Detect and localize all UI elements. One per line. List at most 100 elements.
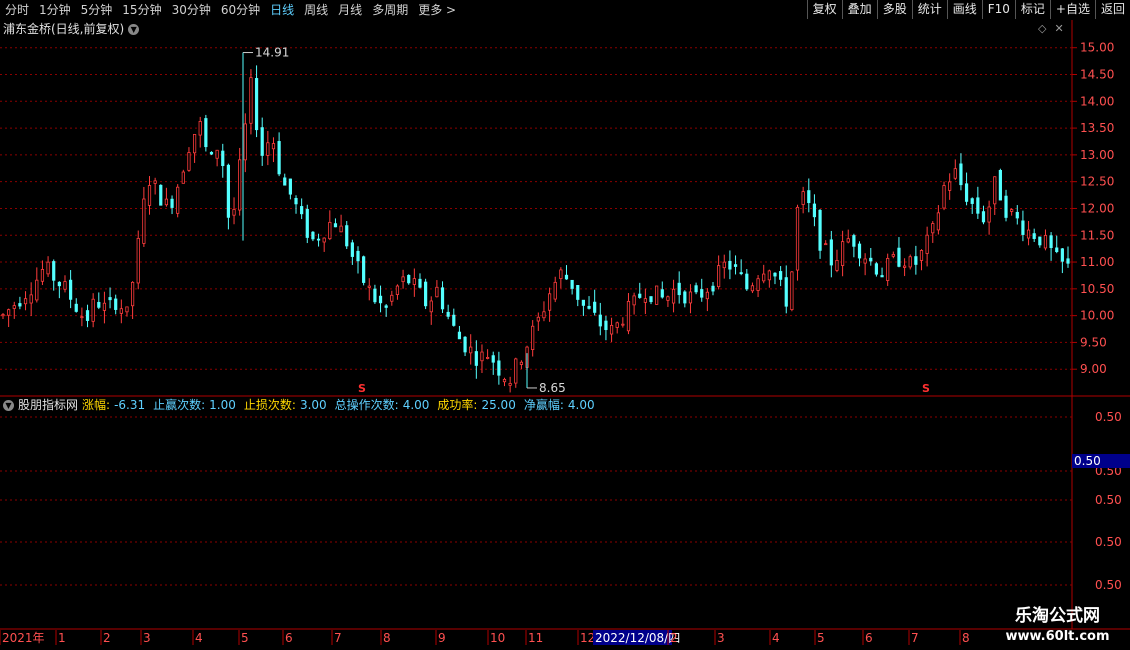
candle-body [119, 308, 123, 314]
candle-body [474, 351, 478, 366]
chart-title-bar: 浦东金桥(日线,前复权) ▼ [3, 21, 140, 37]
indicator-header: ▼ 股朋指标网 涨幅: -6.31 止赢次数: 1.00 止损次数: 3.00 总操作次数:… [3, 397, 599, 413]
time-label: 2 [670, 631, 678, 645]
candle-body [384, 305, 388, 308]
candle-body [581, 299, 585, 306]
candle-body [1049, 235, 1053, 249]
candle-body [846, 238, 850, 243]
candle-body [959, 163, 963, 186]
candle-body [604, 320, 608, 331]
candle-body [705, 291, 709, 300]
candlesticks [1, 52, 1070, 393]
candle-body [1, 314, 5, 317]
candle-body [18, 303, 22, 307]
candle-body [531, 325, 535, 351]
candle-body [919, 250, 924, 261]
candle-body [209, 151, 214, 155]
candle-body [981, 211, 986, 223]
price-tick-label: 14.00 [1080, 94, 1114, 108]
indicator-field-label: 止损次数: [243, 398, 296, 412]
candle-body [987, 206, 991, 223]
kline-chart[interactable]: 9.009.5010.0010.5011.0011.5012.0012.5013… [0, 0, 1130, 650]
candle-body [553, 281, 557, 300]
candle-body [728, 260, 732, 270]
candle-body [857, 243, 862, 259]
indicator-field-label: 净赢幅: [523, 398, 564, 412]
candle-body [1038, 236, 1042, 246]
candle-body [666, 296, 670, 301]
price-tick-label: 13.50 [1080, 121, 1114, 135]
candle-body [829, 239, 833, 266]
candle-body [435, 286, 439, 298]
time-label: 3 [717, 631, 725, 645]
candle-body [356, 250, 360, 262]
price-tick-label: 10.50 [1080, 282, 1114, 296]
time-label: 8 [383, 631, 391, 645]
candle-body [953, 168, 957, 179]
candle-body [170, 198, 174, 208]
candle-body [902, 265, 907, 268]
candle-body [277, 141, 281, 175]
candle-body [643, 298, 647, 303]
time-label: 9 [438, 631, 446, 645]
candle-body [807, 190, 811, 204]
indicator-menu-icon[interactable]: ▼ [3, 399, 14, 411]
candle-body [114, 298, 118, 310]
price-tick-label: 12.50 [1080, 175, 1114, 189]
candle-body [362, 256, 366, 283]
candle-body [931, 223, 935, 234]
candle-body [12, 305, 16, 309]
time-label: 3 [143, 631, 151, 645]
candle-body [745, 273, 749, 290]
candle-body [322, 237, 326, 243]
candle-body [638, 293, 642, 298]
candle-body [818, 209, 822, 251]
candle-body [367, 285, 371, 288]
candle-body [204, 118, 208, 148]
candle-body [536, 316, 540, 322]
candle-body [559, 269, 563, 280]
candle-body [440, 287, 445, 310]
candle-body [288, 178, 292, 195]
candle-body [85, 310, 90, 321]
candle-body [779, 271, 783, 280]
candle-body [418, 278, 422, 288]
candle-body [69, 279, 73, 300]
stock-title: 浦东金桥(日线,前复权) [3, 22, 125, 36]
indicator-field-label: 涨幅: [82, 398, 111, 412]
indicator-tick-label: 0.50 [1095, 493, 1122, 507]
title-menu-icon[interactable]: ▼ [128, 23, 140, 35]
watermark-title: 乐淘公式网 [1015, 606, 1100, 626]
candle-body [621, 323, 625, 326]
panel-controls: ◇ ✕ [1038, 22, 1064, 35]
price-tick-label: 15.00 [1080, 41, 1114, 55]
candle-body [964, 183, 969, 202]
candle-body [632, 295, 636, 306]
candle-body [316, 238, 321, 241]
chart-grid [0, 20, 1130, 630]
indicator-field-label: 成功率: [437, 398, 478, 412]
time-label: 5 [241, 631, 249, 645]
candle-body [283, 177, 287, 186]
candle-body [649, 296, 653, 303]
candle-body [46, 261, 50, 275]
candle-body [164, 198, 169, 206]
candle-body [266, 142, 270, 156]
candle-body [767, 270, 771, 281]
candle-body [40, 269, 45, 282]
candle-body [1004, 195, 1008, 218]
candle-body [52, 261, 56, 281]
candle-body [886, 258, 890, 281]
indicator-value-label: 0.50 [1074, 454, 1101, 468]
candle-body [136, 237, 140, 284]
diamond-icon[interactable]: ◇ [1038, 22, 1046, 35]
close-icon[interactable]: ✕ [1054, 22, 1063, 35]
candle-body [311, 231, 315, 240]
candle-body [852, 235, 856, 247]
price-tick-label: 13.00 [1080, 148, 1114, 162]
candle-body [350, 242, 354, 257]
price-tick-label: 10.00 [1080, 309, 1114, 323]
candle-body [593, 301, 597, 313]
candle-body [226, 164, 230, 218]
candle-body [35, 279, 39, 301]
